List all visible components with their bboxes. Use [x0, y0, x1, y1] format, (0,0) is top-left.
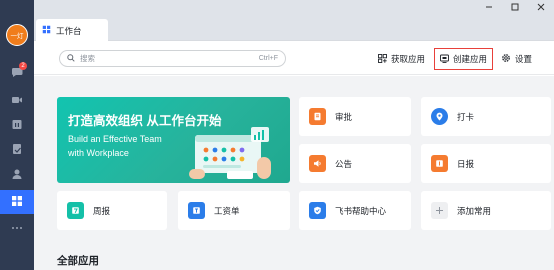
sidebar: 一灯 2 — [0, 0, 34, 270]
app-label: 日报 — [457, 158, 475, 169]
approval-icon — [309, 108, 326, 125]
dashboard-illustration — [189, 127, 271, 179]
get-apps-label: 获取应用 — [391, 54, 426, 64]
workplace-icon — [11, 195, 23, 209]
app-check-in[interactable]: 打卡 — [421, 97, 551, 136]
sidebar-item-more[interactable] — [0, 215, 34, 239]
minimize-button[interactable] — [476, 0, 502, 16]
minimize-icon — [485, 3, 493, 13]
contacts-icon — [11, 168, 23, 182]
close-button[interactable] — [528, 0, 554, 16]
workplace-main: 打造高效组织 从工作台开始 Build an Effective Team wi… — [34, 76, 554, 270]
sidebar-item-calendar[interactable] — [0, 113, 34, 137]
app-label: 飞书帮助中心 — [335, 205, 387, 216]
search-input[interactable]: 搜索 Ctrl+F — [59, 50, 286, 67]
banner-subtitle-line2: with Workplace — [68, 148, 129, 158]
video-icon — [11, 94, 23, 108]
daily-report-icon — [431, 155, 448, 172]
search-icon — [67, 53, 75, 64]
sidebar-item-contacts[interactable] — [0, 163, 34, 187]
app-payslip[interactable]: 工资单 — [178, 191, 290, 230]
maximize-icon — [511, 3, 519, 13]
avatar[interactable]: 一灯 — [6, 24, 28, 46]
more-icon — [11, 222, 23, 232]
app-announcement[interactable]: 公告 — [299, 144, 411, 183]
help-center-icon — [309, 202, 326, 219]
close-icon — [537, 3, 545, 13]
payslip-icon — [188, 202, 205, 219]
app-daily-report[interactable]: 日报 — [421, 144, 551, 183]
app-label: 添加常用 — [457, 205, 492, 216]
app-label: 工资单 — [214, 205, 240, 216]
create-app-button[interactable]: 创建应用 — [434, 48, 494, 70]
unread-badge: 2 — [19, 62, 27, 70]
calendar-icon — [11, 118, 23, 132]
docs-icon — [11, 143, 23, 157]
settings-label: 设置 — [515, 54, 533, 64]
workplace-icon — [42, 25, 51, 36]
banner-subtitle-line1: Build an Effective Team — [68, 134, 162, 144]
workplace-header: 搜索 Ctrl+F 获取应用 创建应用 设置 — [34, 41, 554, 75]
app-label: 审批 — [335, 111, 353, 122]
title-bar: 工作台 — [34, 0, 554, 42]
app-label: 公告 — [335, 158, 353, 169]
app-label: 打卡 — [457, 111, 475, 122]
plus-icon — [431, 202, 448, 219]
search-placeholder: 搜索 — [80, 54, 95, 63]
all-apps-heading: 全部应用 — [57, 255, 99, 267]
maximize-button[interactable] — [502, 0, 528, 16]
sidebar-item-video[interactable] — [0, 89, 34, 113]
location-pin-icon — [431, 108, 448, 125]
sidebar-item-workplace[interactable] — [0, 190, 34, 214]
search-shortcut: Ctrl+F — [258, 55, 278, 62]
sidebar-item-docs[interactable] — [0, 138, 34, 162]
promo-banner[interactable]: 打造高效组织 从工作台开始 Build an Effective Team wi… — [57, 97, 290, 183]
megaphone-icon — [309, 155, 326, 172]
gear-icon — [501, 53, 511, 65]
app-weekly-report[interactable]: 周报 — [57, 191, 167, 230]
weekly-report-icon — [67, 202, 84, 219]
create-app-icon — [440, 54, 449, 65]
settings-button[interactable]: 设置 — [501, 49, 532, 69]
app-help-center[interactable]: 飞书帮助中心 — [299, 191, 411, 230]
get-apps-button[interactable]: 获取应用 — [378, 49, 425, 69]
app-label: 周报 — [93, 205, 111, 216]
add-favorite-button[interactable]: 添加常用 — [421, 191, 551, 230]
create-app-label: 创建应用 — [453, 54, 488, 64]
tab-workplace[interactable]: 工作台 — [36, 19, 108, 42]
window-controls — [476, 0, 554, 16]
sidebar-item-chat[interactable]: 2 — [0, 61, 34, 85]
app-store-icon — [378, 53, 387, 65]
app-approval[interactable]: 审批 — [299, 97, 411, 136]
tab-label: 工作台 — [56, 25, 82, 36]
